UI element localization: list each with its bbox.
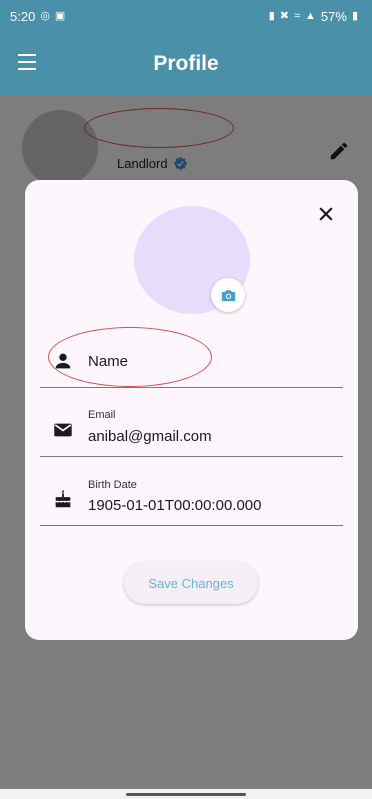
status-left: 5:20 ◎ ▣ bbox=[10, 9, 65, 24]
mail-icon bbox=[54, 423, 72, 437]
hamburger-menu-icon[interactable] bbox=[18, 54, 40, 72]
birth-date-value: 1905-01-01T00:00:00.000 bbox=[88, 497, 262, 514]
system-nav-bar bbox=[0, 789, 372, 799]
gallery-icon: ▣ bbox=[54, 9, 66, 22]
camera-icon bbox=[221, 289, 235, 301]
whatsapp-icon: ◎ bbox=[40, 9, 50, 22]
signal-icon: ▲ bbox=[305, 9, 316, 22]
status-time: 5:20 bbox=[10, 8, 36, 24]
mute-icon: ✖ bbox=[279, 9, 289, 22]
annotation-oval-name-field bbox=[48, 327, 212, 387]
email-field[interactable]: Email anibal@gmail.com bbox=[40, 405, 343, 457]
status-right: ▮ ✖ ≈ ▲ 57% ▮ bbox=[269, 9, 358, 24]
battery-icon: ▮ bbox=[351, 9, 358, 22]
change-photo-button[interactable] bbox=[211, 278, 245, 312]
birth-date-field[interactable]: Birth Date 1905-01-01T00:00:00.000 bbox=[40, 475, 343, 526]
save-changes-button[interactable]: Save Changes bbox=[124, 562, 258, 604]
wifi-icon: ≈ bbox=[293, 9, 301, 22]
screen: 5:20 ◎ ▣ ▮ ✖ ≈ ▲ 57% ▮ Profile Landlord bbox=[0, 0, 372, 799]
page-title: Profile bbox=[153, 52, 219, 75]
app-bar: Profile bbox=[0, 32, 372, 96]
cake-icon bbox=[55, 489, 71, 508]
battery-saver-icon: ▮ bbox=[268, 9, 275, 22]
battery-level: 57% bbox=[320, 8, 347, 24]
email-value: anibal@gmail.com bbox=[88, 428, 212, 445]
birth-date-label: Birth Date bbox=[88, 479, 137, 491]
home-gesture-handle[interactable] bbox=[126, 793, 246, 796]
close-icon[interactable] bbox=[316, 204, 336, 224]
status-bar: 5:20 ◎ ▣ ▮ ✖ ≈ ▲ 57% ▮ bbox=[0, 0, 372, 32]
edit-profile-dialog: Name Email anibal@gmail.com Birth Date 1… bbox=[25, 180, 358, 640]
email-label: Email bbox=[88, 409, 116, 421]
